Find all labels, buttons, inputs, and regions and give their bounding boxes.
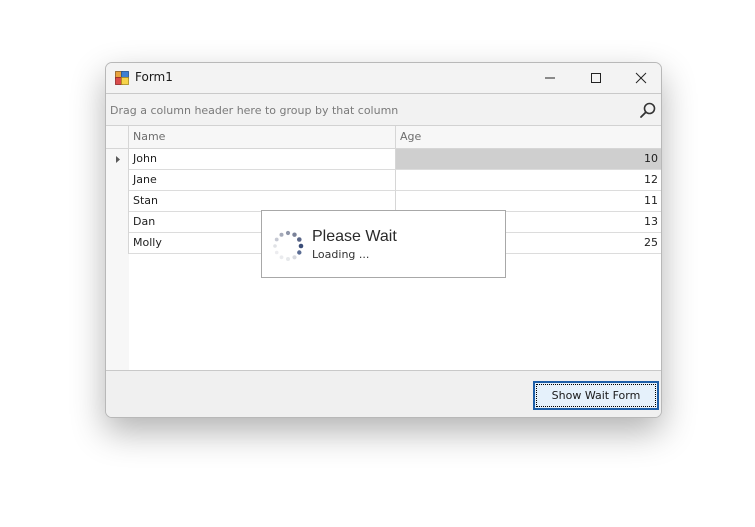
- close-button[interactable]: [618, 63, 661, 93]
- close-icon: [635, 72, 647, 84]
- minimize-icon: [545, 77, 555, 79]
- wait-form-description: Loading ...: [312, 248, 370, 261]
- column-header-age[interactable]: Age: [396, 126, 661, 148]
- search-icon[interactable]: [639, 101, 657, 119]
- window-title: Form1: [135, 70, 173, 84]
- minimize-button[interactable]: [527, 63, 573, 93]
- row-indicator[interactable]: [106, 233, 129, 254]
- wait-form-caption: Please Wait: [312, 228, 397, 245]
- row-indicator[interactable]: [106, 170, 129, 191]
- maximize-button[interactable]: [573, 63, 619, 93]
- focused-row-arrow-icon: [116, 156, 120, 163]
- table-row[interactable]: John 10: [106, 149, 661, 170]
- cell-name[interactable]: Jane: [129, 170, 396, 191]
- column-header-name[interactable]: Name: [129, 126, 396, 148]
- row-indicator[interactable]: [106, 149, 129, 170]
- empty-grid-area: [106, 254, 129, 370]
- column-header-row: Name Age: [106, 126, 661, 149]
- row-indicator[interactable]: [106, 212, 129, 233]
- cell-name[interactable]: John: [129, 149, 396, 170]
- table-row[interactable]: Jane 12: [106, 170, 661, 191]
- maximize-icon: [591, 73, 601, 83]
- cell-age[interactable]: 10: [396, 149, 661, 170]
- indicator-header: [106, 126, 129, 148]
- cell-name[interactable]: Stan: [129, 191, 396, 212]
- row-indicator[interactable]: [106, 191, 129, 212]
- footer-panel: Show Wait Form: [106, 371, 661, 417]
- show-wait-form-button[interactable]: Show Wait Form: [533, 381, 659, 410]
- wait-form-dialog: Please Wait Loading ...: [261, 210, 506, 278]
- cell-age[interactable]: 11: [396, 191, 661, 212]
- table-row[interactable]: Stan 11: [106, 191, 661, 212]
- loading-spinner-icon: [273, 230, 304, 261]
- group-panel-hint: Drag a column header here to group by th…: [110, 104, 399, 117]
- group-panel[interactable]: Drag a column header here to group by th…: [106, 94, 661, 126]
- title-bar[interactable]: Form1: [106, 63, 661, 93]
- cell-age[interactable]: 12: [396, 170, 661, 191]
- form-app-icon: [115, 71, 129, 85]
